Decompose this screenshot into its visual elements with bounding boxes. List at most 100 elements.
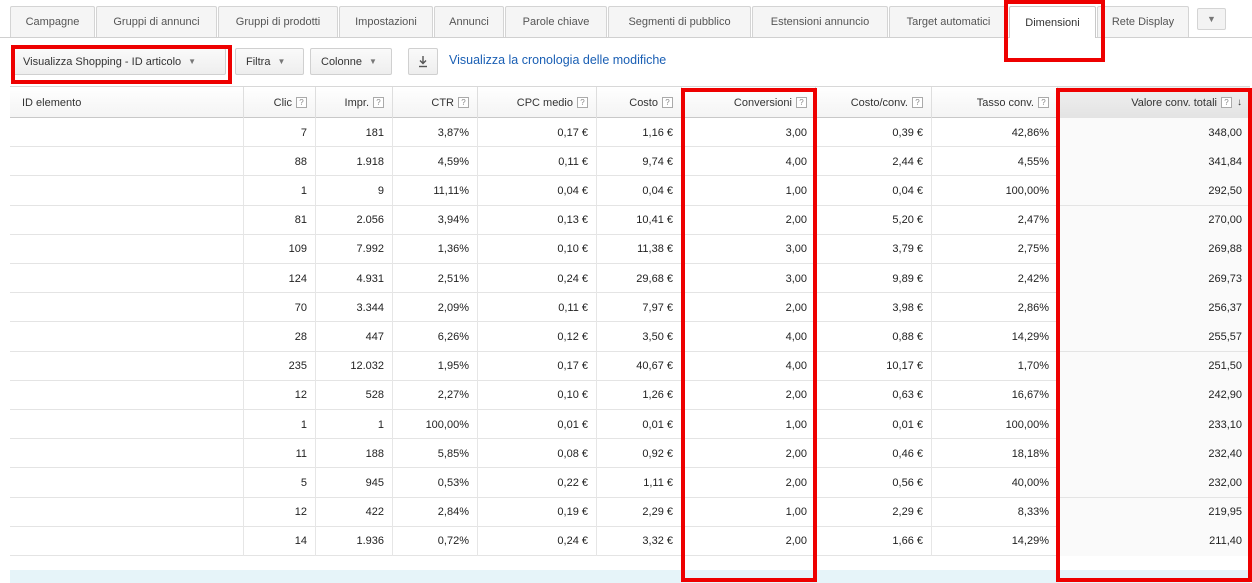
column-header-ctr[interactable]: CTR? [392, 87, 477, 118]
cell-costo-conv: 10,17 € [815, 351, 931, 381]
cell-valore-conv-totali: 348,00 [1057, 118, 1250, 147]
cell-impr: 1.936 [315, 526, 392, 556]
table-row[interactable]: 124 4.931 2,51% 0,24 €29,68 €3,00 9,89 €2,42… [10, 264, 1250, 294]
download-button[interactable] [408, 48, 438, 75]
cell-conversioni: 3,00 [681, 118, 815, 147]
cell-impr: 7.992 [315, 234, 392, 264]
cell-costo-conv: 0,88 € [815, 322, 931, 352]
cell-ctr: 0,53% [392, 468, 477, 498]
cell-conversioni: 1,00 [681, 497, 815, 527]
cell-costo: 1,11 € [596, 468, 681, 498]
cell-clic: 14 [243, 526, 315, 556]
columns-button[interactable]: Colonne ▼ [310, 48, 392, 75]
help-icon[interactable]: ? [373, 97, 384, 108]
cell-cpc-medio: 0,24 € [477, 526, 596, 556]
cell-costo-conv: 2,29 € [815, 497, 931, 527]
help-icon[interactable]: ? [1038, 97, 1049, 108]
table-row[interactable]: 109 7.992 1,36% 0,10 €11,38 €3,00 3,79 €2,75… [10, 234, 1250, 264]
cell-clic: 1 [243, 176, 315, 206]
cell-costo: 29,68 € [596, 264, 681, 293]
cell-tasso-conv: 18,18% [931, 439, 1057, 469]
tab-gruppi-di-prodotti[interactable]: Gruppi di prodotti [218, 6, 338, 37]
help-icon[interactable]: ? [296, 97, 307, 108]
table-row[interactable]: 81 2.056 3,94% 0,13 €10,41 €2,00 5,20 €2,47%… [10, 205, 1250, 235]
cell-impr: 422 [315, 497, 392, 527]
column-header-cpc-medio[interactable]: CPC medio? [477, 87, 596, 118]
table-row[interactable]: 28 447 6,26% 0,12 €3,50 €4,00 0,88 €14,29% 25… [10, 322, 1250, 352]
cell-clic: 7 [243, 118, 315, 147]
table-row[interactable]: 7 181 3,87% 0,17 €1,16 €3,00 0,39 €42,86% 348… [10, 118, 1250, 148]
tab-dimensioni[interactable]: Dimensioni [1009, 6, 1096, 38]
cell-costo-conv: 0,56 € [815, 468, 931, 498]
cell-costo: 0,92 € [596, 439, 681, 469]
column-header-valore-conv-totali[interactable]: Valore conv. totali? ↓ [1057, 87, 1250, 118]
cell-tasso-conv: 14,29% [931, 526, 1057, 556]
tab-impostazioni[interactable]: Impostazioni [339, 6, 433, 37]
tab-parole-chiave[interactable]: Parole chiave [505, 6, 607, 37]
column-header-conversioni[interactable]: Conversioni? [681, 87, 815, 118]
cell-conversioni: 2,00 [681, 468, 815, 498]
cell-impr: 188 [315, 439, 392, 469]
cell-conversioni: 4,00 [681, 147, 815, 177]
cell-clic: 11 [243, 439, 315, 469]
tab-target-automatici[interactable]: Target automatici [889, 6, 1008, 37]
cell-clic: 1 [243, 410, 315, 439]
table-row[interactable]: 5 945 0,53% 0,22 €1,11 €2,00 0,56 €40,00% 232… [10, 468, 1250, 498]
view-selector-label: Visualizza Shopping - ID articolo [23, 55, 182, 68]
cell-conversioni: 2,00 [681, 293, 815, 323]
column-header-id-elemento[interactable]: ID elemento [10, 87, 243, 118]
tab-campagne[interactable]: Campagne [10, 6, 95, 37]
more-tabs-button[interactable]: ▼ [1197, 8, 1226, 30]
tab-segmenti-di-pubblico[interactable]: Segmenti di pubblico [608, 6, 751, 37]
column-header-costo-conv[interactable]: Costo/conv.? [815, 87, 931, 118]
cell-valore-conv-totali: 232,40 [1057, 439, 1250, 469]
column-header-costo[interactable]: Costo? [596, 87, 681, 118]
cell-clic: 5 [243, 468, 315, 498]
table-row[interactable]: 14 1.936 0,72% 0,24 €3,32 €2,00 1,66 €14,29%… [10, 526, 1250, 556]
table-row[interactable]: 70 3.344 2,09% 0,11 €7,97 €2,00 3,98 €2,86% 2… [10, 293, 1250, 323]
help-icon[interactable]: ? [912, 97, 923, 108]
help-icon[interactable]: ? [662, 97, 673, 108]
columns-label: Colonne [321, 55, 362, 68]
table-row[interactable]: 1 1 100,00% 0,01 €0,01 €1,00 0,01 €100,00% 23… [10, 410, 1250, 440]
help-icon[interactable]: ? [796, 97, 807, 108]
table-row[interactable]: 1 9 11,11% 0,04 €0,04 €1,00 0,04 €100,00% 292… [10, 176, 1250, 206]
help-icon[interactable]: ? [1221, 97, 1232, 108]
filter-button[interactable]: Filtra ▼ [235, 48, 304, 75]
tab-annunci[interactable]: Annunci [434, 6, 504, 37]
tab-estensioni-annuncio[interactable]: Estensioni annuncio [752, 6, 888, 37]
column-header-tasso-conv[interactable]: Tasso conv.? [931, 87, 1057, 118]
cell-ctr: 2,09% [392, 293, 477, 323]
table-row[interactable]: 11 188 5,85% 0,08 €0,92 €2,00 0,46 €18,18% 23… [10, 439, 1250, 469]
cell-id-elemento [10, 439, 243, 468]
cell-clic: 235 [243, 351, 315, 381]
column-header-impr[interactable]: Impr.? [315, 87, 392, 118]
table-row[interactable]: 12 528 2,27% 0,10 €1,26 €2,00 0,63 €16,67% 24… [10, 380, 1250, 410]
change-history-link[interactable]: Visualizza la cronologia delle modifiche [449, 53, 666, 67]
cell-costo-conv: 9,89 € [815, 264, 931, 293]
view-selector-button[interactable]: Visualizza Shopping - ID articolo ▼ [12, 48, 226, 75]
cell-tasso-conv: 100,00% [931, 410, 1057, 439]
help-icon[interactable]: ? [577, 97, 588, 108]
cell-costo-conv: 3,79 € [815, 234, 931, 264]
cell-id-elemento [10, 381, 243, 410]
column-header-clic[interactable]: Clic? [243, 87, 315, 118]
table-row[interactable]: 235 12.032 1,95% 0,17 €40,67 €4,00 10,17 €1,… [10, 351, 1250, 381]
chevron-down-icon: ▼ [277, 57, 286, 66]
cell-tasso-conv: 100,00% [931, 176, 1057, 206]
cell-valore-conv-totali: 341,84 [1057, 147, 1250, 177]
cell-valore-conv-totali: 270,00 [1057, 205, 1250, 235]
cell-costo-conv: 0,46 € [815, 439, 931, 469]
cell-costo-conv: 3,98 € [815, 293, 931, 323]
cell-cpc-medio: 0,10 € [477, 380, 596, 410]
cell-id-elemento [10, 118, 243, 147]
table-row[interactable]: 12 422 2,84% 0,19 €2,29 €1,00 2,29 €8,33% 219… [10, 497, 1250, 527]
table-row[interactable]: 88 1.918 4,59% 0,11 €9,74 €4,00 2,44 €4,55% 3… [10, 147, 1250, 177]
cell-costo-conv: 0,01 € [815, 410, 931, 439]
tab-gruppi-di-annunci[interactable]: Gruppi di annunci [96, 6, 217, 37]
help-icon[interactable]: ? [458, 97, 469, 108]
tab-rete-display[interactable]: Rete Display [1097, 6, 1189, 37]
cell-cpc-medio: 0,17 € [477, 351, 596, 381]
cell-tasso-conv: 2,42% [931, 264, 1057, 293]
cell-costo: 1,16 € [596, 118, 681, 147]
